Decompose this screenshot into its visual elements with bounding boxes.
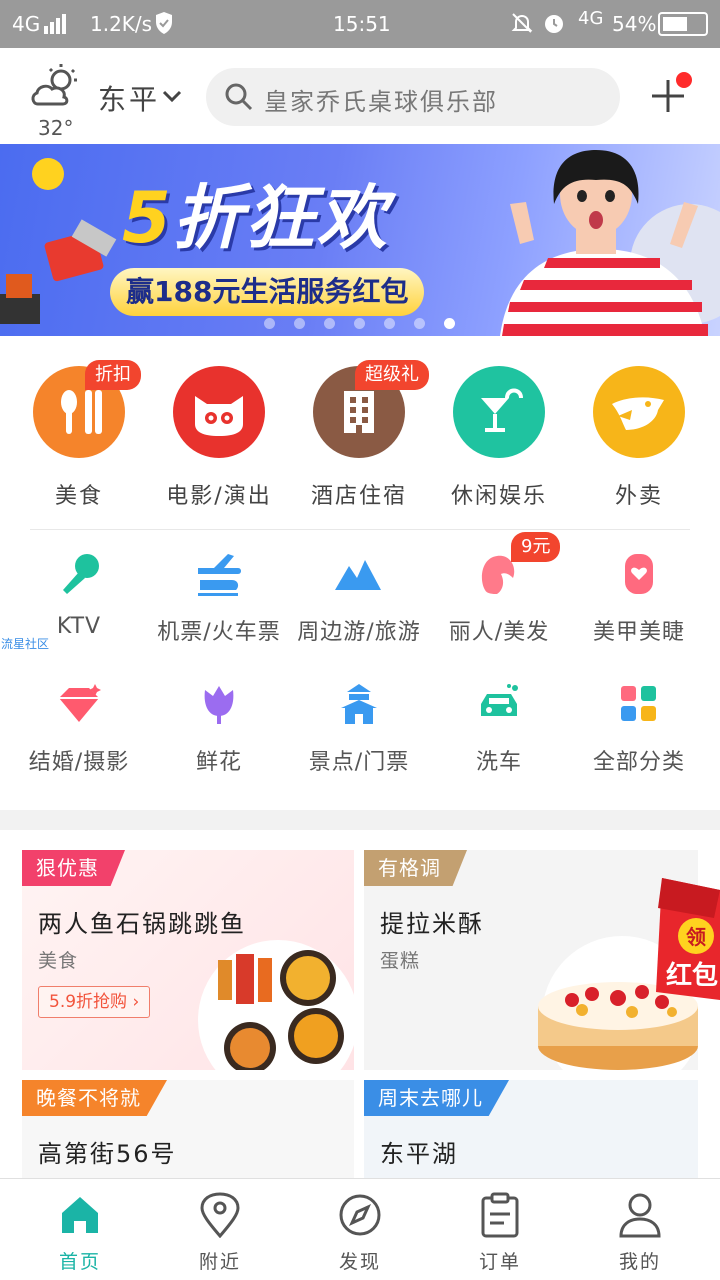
temperature: 32° bbox=[38, 116, 74, 140]
network-type: 4G bbox=[12, 12, 41, 36]
deal-badge: 有格调 bbox=[364, 850, 467, 886]
deal-subtitle: 美食 bbox=[38, 950, 79, 972]
promo-banner[interactable]: 5折狂欢 赢188元生活服务红包 bbox=[0, 144, 720, 336]
discount-tag: 折扣 bbox=[85, 360, 141, 390]
category-all[interactable]: 全部分类 bbox=[569, 676, 709, 776]
nail-icon bbox=[611, 546, 667, 602]
fish-pot-image bbox=[198, 940, 354, 1070]
search-bar[interactable]: 皇家乔氏桌球俱乐部 bbox=[206, 68, 620, 126]
cocktail-icon bbox=[453, 366, 545, 458]
tulip-icon bbox=[191, 676, 247, 732]
carousel-indicator[interactable] bbox=[264, 314, 474, 329]
top-bar: 32° 东平 皇家乔氏桌球俱乐部 bbox=[0, 48, 720, 144]
order-list-icon bbox=[476, 1191, 524, 1239]
red-packet-icon[interactable]: 领 红包 bbox=[656, 876, 720, 1000]
deal-card[interactable]: 晚餐不将就 高第街56号 bbox=[22, 1080, 354, 1178]
cat-face-icon bbox=[173, 366, 265, 458]
shield-icon bbox=[154, 11, 174, 40]
battery-percent: 54% bbox=[612, 12, 657, 36]
deal-subtitle: 蛋糕 bbox=[380, 950, 421, 972]
chevron-down-icon[interactable] bbox=[160, 84, 184, 108]
category-ktv[interactable]: KTV bbox=[9, 546, 149, 639]
deal-badge: 周末去哪儿 bbox=[364, 1080, 509, 1116]
tools-illustration bbox=[0, 158, 117, 324]
category-hotel[interactable]: 酒店住宿 超级礼 bbox=[289, 360, 429, 510]
category-beauty[interactable]: 丽人/美发 9元 bbox=[429, 532, 569, 646]
tab-orders[interactable]: 订单 bbox=[440, 1191, 560, 1274]
watermark-label: 流星社区 bbox=[1, 637, 50, 651]
mountain-icon bbox=[331, 546, 387, 602]
clock-time: 15:51 bbox=[333, 12, 391, 36]
delivery-icon bbox=[593, 366, 685, 458]
status-bar: 4G 1.2K/s 15:51 4G 54% bbox=[0, 0, 720, 48]
tab-discover[interactable]: 发现 bbox=[300, 1191, 420, 1274]
home-icon bbox=[56, 1191, 104, 1239]
deal-title: 两人鱼石锅跳跳鱼 bbox=[38, 910, 246, 938]
tab-home[interactable]: 首页 bbox=[20, 1191, 140, 1274]
grid-icon bbox=[611, 676, 667, 732]
notification-dot bbox=[676, 72, 692, 88]
deal-title: 提拉米酥 bbox=[380, 910, 484, 938]
deal-title: 东平湖 bbox=[380, 1140, 458, 1168]
buy-button[interactable]: 5.9折抢购 › bbox=[38, 986, 151, 1018]
category-grid: 美食 折扣 电影/演出 酒店住宿 超级礼 休闲娱乐 外卖 KTV 机票/火车票 … bbox=[0, 336, 720, 810]
category-attractions[interactable]: 景点/门票 bbox=[289, 676, 429, 776]
deals-section: 狠优惠 两人鱼石锅跳跳鱼 美食 5.9折抢购 › 有格调 提拉米酥 蛋糕 晚餐不… bbox=[0, 830, 720, 1178]
deal-card[interactable]: 周末去哪儿 东平湖 bbox=[364, 1080, 698, 1178]
banner-title: 5折狂欢 bbox=[122, 177, 389, 259]
category-leisure[interactable]: 休闲娱乐 bbox=[429, 366, 569, 510]
city-selector[interactable]: 东平 bbox=[98, 78, 160, 118]
price-tag: 9元 bbox=[511, 532, 561, 562]
deal-badge: 狠优惠 bbox=[22, 850, 125, 886]
category-travel[interactable]: 周边游/旅游 bbox=[289, 546, 429, 646]
category-flowers[interactable]: 鲜花 bbox=[149, 676, 289, 776]
diamond-icon bbox=[51, 676, 107, 732]
mute-bell-icon bbox=[510, 11, 534, 40]
category-food[interactable]: 美食 折扣 bbox=[9, 360, 149, 510]
svg-text:领: 领 bbox=[686, 925, 706, 949]
network-speed: 1.2K/s bbox=[90, 12, 153, 36]
alarm-icon bbox=[542, 11, 566, 40]
bottom-tab-bar: 首页 附近 发现 订单 我的 bbox=[0, 1178, 720, 1280]
category-movie[interactable]: 电影/演出 bbox=[149, 366, 289, 510]
tab-profile[interactable]: 我的 bbox=[580, 1191, 700, 1274]
banner-person-image bbox=[500, 150, 720, 336]
network-type-2: 4G bbox=[578, 8, 604, 29]
temple-icon bbox=[331, 676, 387, 732]
category-takeout[interactable]: 外卖 bbox=[569, 366, 709, 510]
deal-card[interactable]: 狠优惠 两人鱼石锅跳跳鱼 美食 5.9折抢购 › bbox=[22, 850, 354, 1070]
plane-train-icon bbox=[191, 546, 247, 602]
super-gift-tag: 超级礼 bbox=[355, 360, 429, 390]
deal-badge: 晚餐不将就 bbox=[22, 1080, 167, 1116]
car-wash-icon bbox=[471, 676, 527, 732]
search-placeholder: 皇家乔氏桌球俱乐部 bbox=[264, 88, 498, 116]
category-wedding[interactable]: 结婚/摄影 bbox=[9, 676, 149, 776]
category-carwash[interactable]: 洗车 bbox=[429, 676, 569, 776]
battery-icon bbox=[658, 12, 708, 36]
signal-icon bbox=[44, 14, 68, 39]
weather-cloud-sun-icon[interactable] bbox=[28, 62, 80, 122]
svg-text:红包: 红包 bbox=[666, 960, 718, 991]
tab-nearby[interactable]: 附近 bbox=[160, 1191, 280, 1274]
banner-subtitle: 赢188元生活服务红包 bbox=[110, 268, 425, 316]
compass-icon bbox=[336, 1191, 384, 1239]
microphone-icon bbox=[51, 546, 107, 602]
category-tickets[interactable]: 机票/火车票 bbox=[149, 546, 289, 646]
search-icon bbox=[225, 83, 253, 111]
location-pin-icon bbox=[196, 1191, 244, 1239]
user-icon bbox=[616, 1191, 664, 1239]
deal-title: 高第街56号 bbox=[38, 1140, 177, 1168]
divider bbox=[30, 529, 690, 530]
category-nails[interactable]: 美甲美睫 bbox=[569, 546, 709, 646]
deal-card[interactable]: 有格调 提拉米酥 蛋糕 bbox=[364, 850, 698, 1070]
